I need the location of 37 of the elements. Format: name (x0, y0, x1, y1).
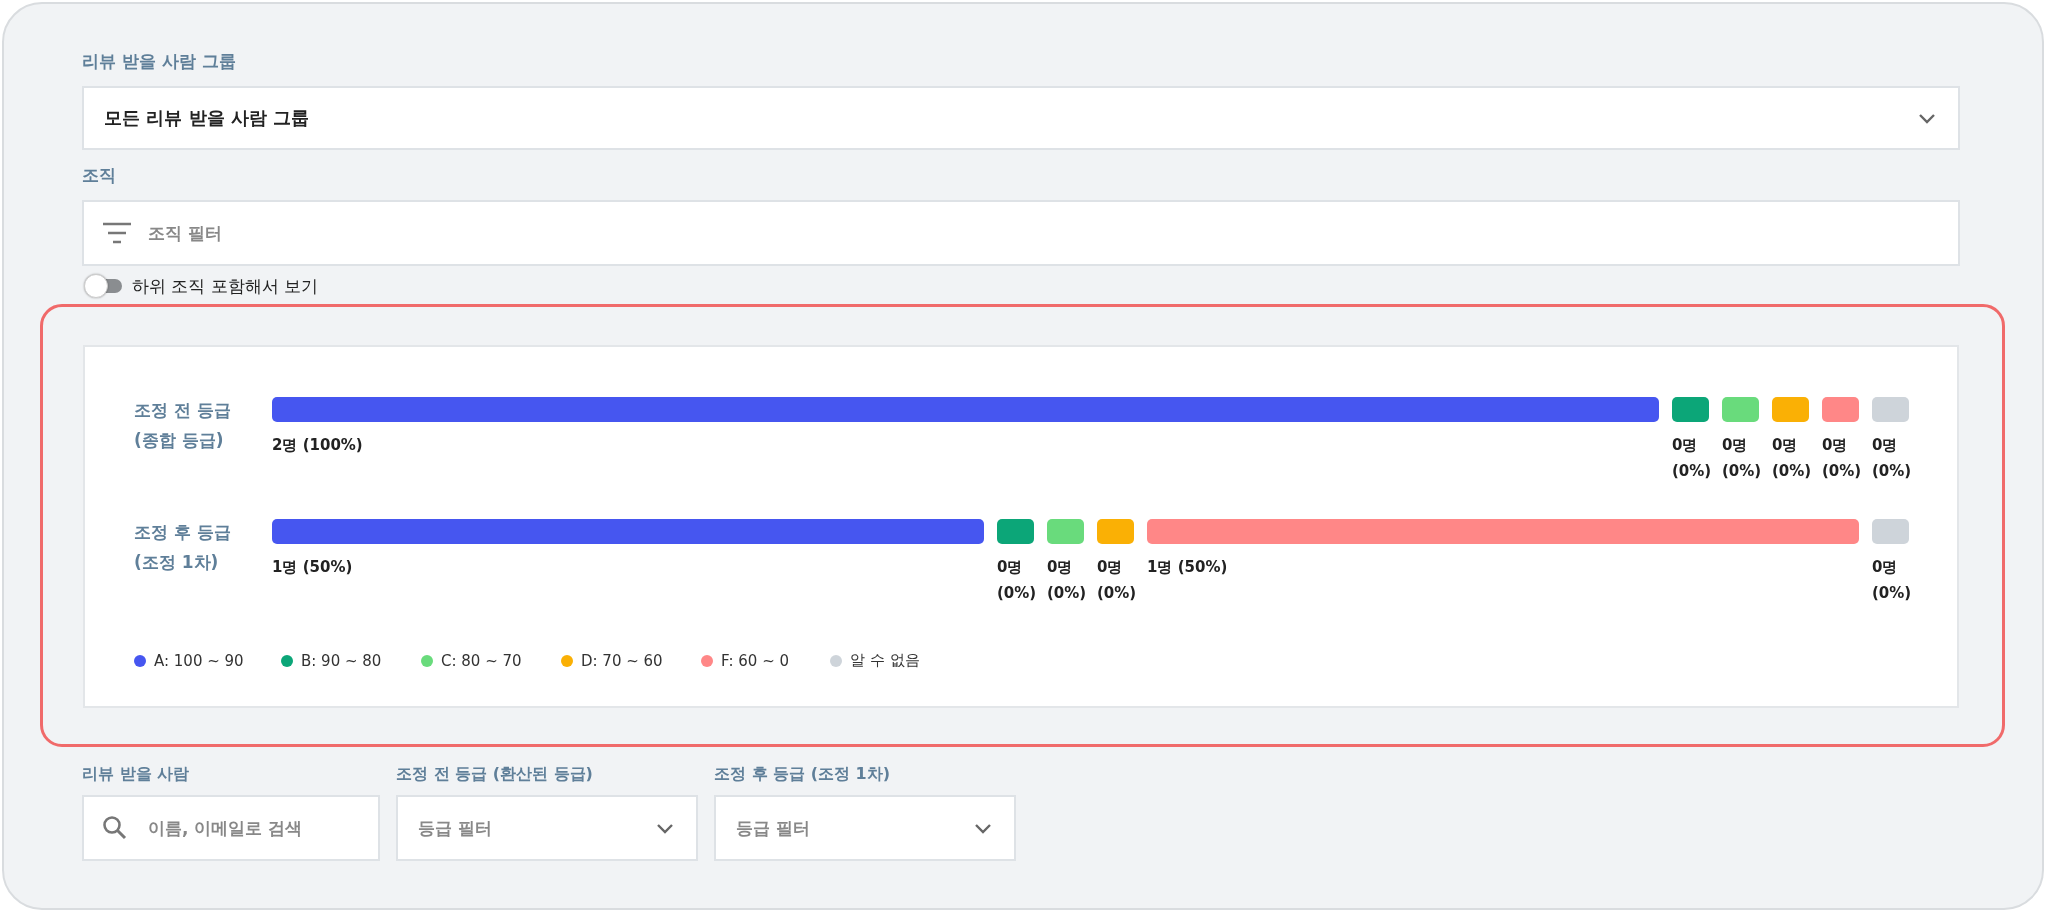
data-label: 0명 (0%) (997, 557, 1034, 604)
legend-label: 알 수 없음 (850, 651, 920, 670)
legend-label: C: 80 ~ 70 (441, 651, 522, 670)
row-label: 조정 후 등급 (조정 1차) (134, 521, 232, 574)
filter-icon (102, 222, 132, 244)
group-select[interactable]: 모든 리뷰 받을 사람 그룹 (82, 86, 1960, 150)
data-label: 0명 (0%) (1772, 435, 1809, 482)
data-label: 0명 (0%) (1047, 557, 1084, 604)
data-label: 0명 (0%) (1872, 435, 1909, 482)
data-label: 0명 (0%) (1722, 435, 1759, 482)
legend-label: D: 70 ~ 60 (581, 651, 663, 670)
data-label: 1명 (50%) (1147, 557, 1229, 578)
data-label: 1명 (50%) (272, 557, 354, 578)
data-label: 0명 (0%) (1822, 435, 1859, 482)
toggle-switch[interactable] (84, 274, 124, 298)
organization-filter-field[interactable]: 조직 필터 (82, 200, 1960, 266)
field-label: 리뷰 받을 사람 (82, 763, 190, 785)
legend-label: F: 60 ~ 0 (721, 651, 790, 670)
data-label: 0명 (0%) (1872, 557, 1909, 604)
chevron-down-icon (974, 822, 992, 834)
field-label: 조정 전 등급 (환산된 등급) (396, 763, 593, 785)
row-label: 조정 전 등급 (종합 등급) (134, 399, 232, 452)
field-label: 조직 (82, 164, 117, 187)
data-label: 0명 (0%) (1097, 557, 1134, 604)
legend-label: B: 90 ~ 80 (301, 651, 382, 670)
grade-filter-select[interactable]: 등급 필터 (396, 795, 698, 861)
chevron-down-icon (656, 822, 674, 834)
legend-label: A: 100 ~ 90 (154, 651, 244, 670)
search-icon (102, 815, 128, 841)
data-label: 0명 (0%) (1672, 435, 1709, 482)
field-label: 조정 후 등급 (조정 1차) (714, 763, 891, 785)
toggle-label: 하위 조직 포함해서 보기 (132, 274, 319, 298)
data-label: 2명 (100%) (272, 435, 364, 456)
grade-filter-select[interactable]: 등급 필터 (714, 795, 1016, 861)
search-field[interactable]: 이름, 이메일로 검색 (82, 795, 380, 861)
chevron-down-icon (1918, 112, 1936, 124)
field-label: 리뷰 받을 사람 그룹 (82, 50, 237, 73)
